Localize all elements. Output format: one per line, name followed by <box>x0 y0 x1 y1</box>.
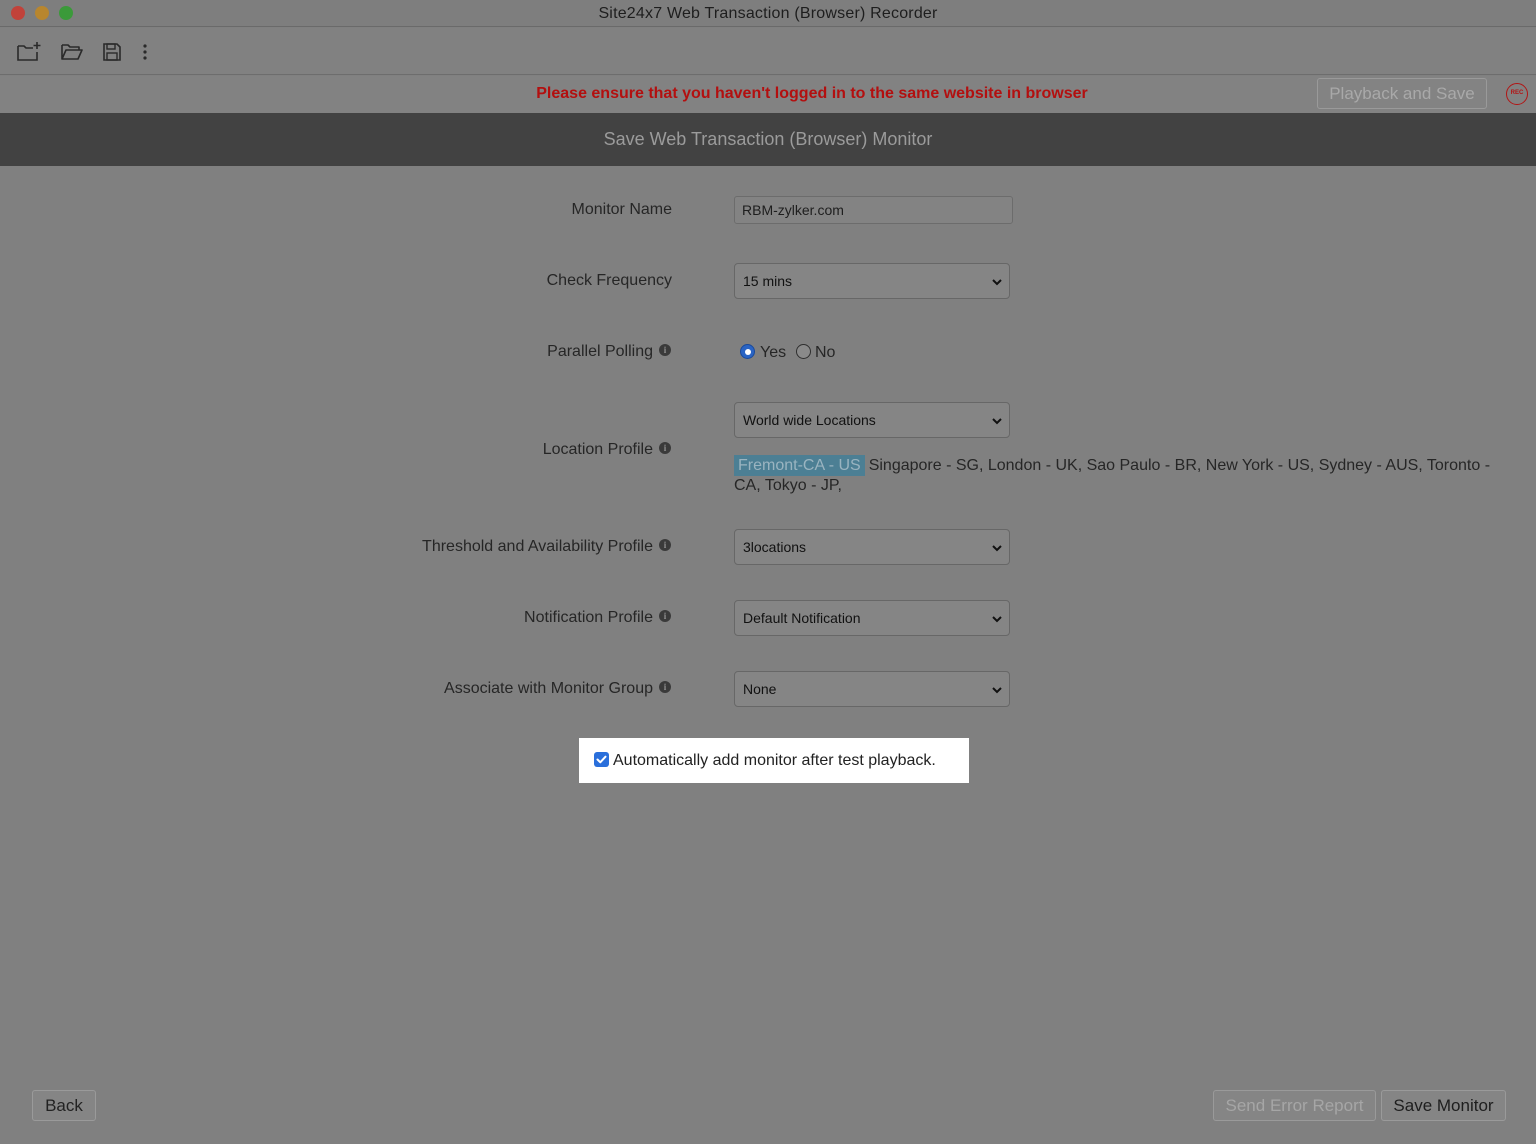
location-profile-label: Location Profile <box>542 441 653 458</box>
notification-profile-label: Notification Profile <box>524 609 653 626</box>
warning-bar: Please ensure that you haven't logged in… <box>0 76 1536 113</box>
back-button[interactable]: Back <box>32 1090 96 1121</box>
title-bar: Site24x7 Web Transaction (Browser) Recor… <box>0 0 1536 27</box>
parallel-polling-yes-radio[interactable] <box>740 344 755 359</box>
chevron-down-icon <box>992 616 1002 623</box>
chevron-down-icon <box>992 418 1002 425</box>
location-profile-value: World wide Locations <box>743 412 876 428</box>
check-frequency-label: Check Frequency <box>546 272 672 289</box>
record-icon[interactable]: REC <box>1506 83 1528 105</box>
playback-and-save-button[interactable]: Playback and Save <box>1317 78 1487 109</box>
parallel-polling-no-label: No <box>815 344 836 361</box>
chevron-down-icon <box>992 545 1002 552</box>
parallel-polling-info-icon[interactable]: i <box>659 344 671 356</box>
open-folder-icon[interactable] <box>60 40 84 64</box>
chevron-down-icon <box>992 279 1002 286</box>
new-folder-icon[interactable] <box>16 40 42 64</box>
location-list: Fremont-CA - US Singapore - SG, London - … <box>734 455 1514 496</box>
page-header: Save Web Transaction (Browser) Monitor <box>0 113 1536 166</box>
monitor-group-info-icon[interactable]: i <box>659 681 671 693</box>
monitor-group-value: None <box>743 681 777 697</box>
window-title: Site24x7 Web Transaction (Browser) Recor… <box>598 5 938 22</box>
send-error-report-button[interactable]: Send Error Report <box>1213 1090 1376 1121</box>
parallel-polling-no-radio[interactable] <box>796 344 811 359</box>
save-monitor-button[interactable]: Save Monitor <box>1381 1090 1506 1121</box>
threshold-profile-label: Threshold and Availability Profile <box>422 538 653 555</box>
location-profile-info-icon[interactable]: i <box>659 442 671 454</box>
chevron-down-icon <box>992 687 1002 694</box>
checkmark-icon <box>596 755 607 764</box>
monitor-name-input[interactable] <box>734 196 1013 224</box>
parallel-polling-label: Parallel Polling <box>547 343 653 360</box>
save-icon[interactable] <box>101 40 123 64</box>
monitor-group-select[interactable]: None <box>734 671 1010 707</box>
monitor-name-label: Monitor Name <box>571 201 672 218</box>
page-title: Save Web Transaction (Browser) Monitor <box>603 129 933 149</box>
parallel-polling-yes-label: Yes <box>760 344 787 361</box>
toolbar <box>0 28 1536 75</box>
threshold-profile-value: 3locations <box>743 539 807 555</box>
check-frequency-select[interactable]: 15 mins <box>734 263 1010 299</box>
threshold-profile-info-icon[interactable]: i <box>659 539 671 551</box>
monitor-group-label: Associate with Monitor Group <box>444 680 653 697</box>
notification-profile-info-icon[interactable]: i <box>659 610 671 622</box>
login-warning-text: Please ensure that you haven't logged in… <box>536 85 1088 102</box>
more-vertical-icon[interactable] <box>139 40 151 64</box>
notification-profile-value: Default Notification <box>743 610 861 626</box>
auto-add-checkbox[interactable] <box>594 752 609 767</box>
auto-add-highlight-box: Automatically add monitor after test pla… <box>579 738 969 783</box>
location-profile-select[interactable]: World wide Locations <box>734 402 1010 438</box>
threshold-profile-select[interactable]: 3locations <box>734 529 1010 565</box>
notification-profile-select[interactable]: Default Notification <box>734 600 1010 636</box>
check-frequency-value: 15 mins <box>743 273 793 289</box>
auto-add-label: Automatically add monitor after test pla… <box>613 752 936 769</box>
primary-location-highlight: Fremont-CA - US <box>734 455 865 476</box>
